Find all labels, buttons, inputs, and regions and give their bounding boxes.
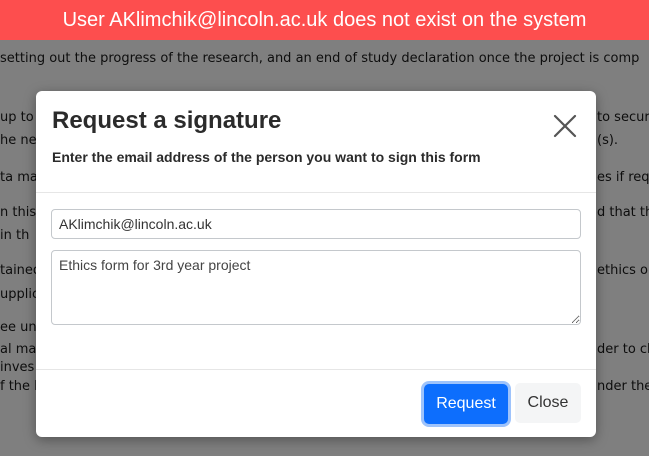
- request-button[interactable]: Request: [424, 384, 508, 424]
- modal-title: Request a signature: [52, 107, 282, 134]
- modal-body: Ethics form for 3rd year project: [36, 193, 596, 369]
- email-input[interactable]: [51, 209, 581, 239]
- request-signature-dialog: Request a signature Enter the email addr…: [36, 91, 596, 437]
- modal-header: Request a signature Enter the email addr…: [36, 91, 596, 193]
- close-button[interactable]: Close: [515, 383, 581, 423]
- message-textarea[interactable]: Ethics form for 3rd year project: [51, 250, 581, 325]
- close-icon[interactable]: [550, 111, 580, 141]
- modal-subtitle: Enter the email address of the person yo…: [52, 149, 481, 165]
- modal-footer: Request Close: [36, 369, 596, 437]
- error-banner: User AKlimchik@lincoln.ac.uk does not ex…: [0, 0, 649, 40]
